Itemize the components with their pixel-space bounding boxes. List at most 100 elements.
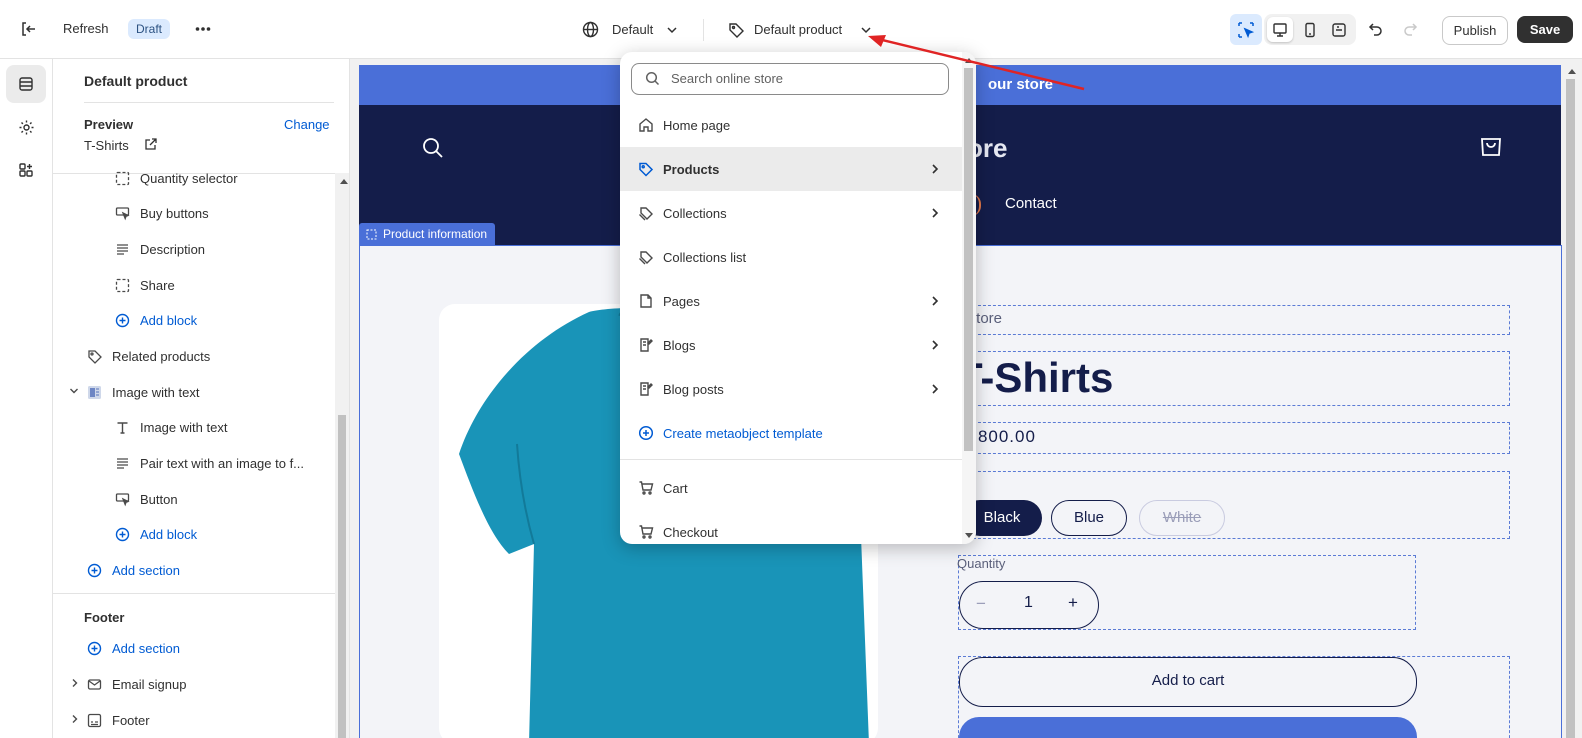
add-to-cart-button[interactable]: Add to cart	[959, 657, 1417, 707]
menu-item-products[interactable]: Products	[620, 147, 962, 191]
search-icon[interactable]	[422, 137, 444, 159]
blog-icon	[636, 335, 656, 355]
mail-icon	[84, 674, 104, 694]
quantity-value[interactable]: 1	[1024, 594, 1033, 612]
scrollbar-thumb[interactable]	[338, 415, 346, 738]
chevron-right-icon[interactable]	[70, 714, 80, 724]
nav-contact[interactable]: Contact	[1005, 195, 1057, 212]
sidebar-item-share[interactable]: Share	[112, 270, 175, 300]
increase-quantity-button[interactable]: +	[1068, 593, 1078, 613]
exit-icon[interactable]	[14, 15, 42, 43]
menu-item-cart[interactable]: Cart	[620, 466, 962, 510]
tag-icon	[84, 346, 104, 366]
view-toggle-group	[1264, 14, 1356, 45]
decrease-quantity-button[interactable]: −	[976, 594, 986, 614]
sidebar-item-related-products[interactable]: Related products	[84, 341, 210, 371]
sidebar-item-image-with-text-section[interactable]: Image with text	[84, 377, 199, 407]
chevron-right-icon	[932, 296, 939, 306]
chevron-right-icon	[932, 164, 939, 174]
collection-icon	[636, 247, 656, 267]
plus-circle-icon	[112, 524, 132, 544]
scroll-up-icon[interactable]	[340, 179, 348, 184]
refresh-button[interactable]: Refresh	[63, 21, 109, 36]
sidebar-item-quantity-selector[interactable]: Quantity selector	[112, 163, 238, 193]
publish-button[interactable]: Publish	[1442, 16, 1508, 45]
section-tag: Product information	[359, 223, 496, 245]
add-section-button[interactable]: Add section	[84, 633, 180, 663]
scrollbar-thumb[interactable]	[964, 68, 973, 451]
chevron-right-icon[interactable]	[70, 678, 80, 688]
mobile-view-icon[interactable]	[1297, 17, 1323, 42]
menu-item-checkout[interactable]: Checkout	[620, 510, 962, 544]
add-block-button[interactable]: Add block	[112, 519, 197, 549]
cursor-icon	[112, 203, 132, 223]
preview-product: T-Shirts	[84, 138, 129, 153]
cursor-icon	[112, 489, 132, 509]
scroll-down-icon[interactable]	[965, 533, 973, 538]
scrollbar-thumb[interactable]	[1566, 79, 1575, 738]
inspector-icon[interactable]	[1230, 14, 1262, 45]
undo-icon[interactable]	[1362, 15, 1390, 43]
plus-circle-icon	[112, 310, 132, 330]
sidebar-item-buy-buttons[interactable]: Buy buttons	[112, 198, 209, 228]
buy-now-button[interactable]	[959, 717, 1417, 738]
template-selector[interactable]: Default product	[754, 22, 842, 37]
price-block[interactable]: s. 800.00	[957, 422, 1510, 454]
cart-icon[interactable]	[1479, 135, 1503, 159]
quantity-block: Quantity − 1 +	[957, 555, 1416, 630]
text-icon	[112, 417, 132, 437]
collection-icon	[636, 203, 656, 223]
redo-icon[interactable]	[1396, 15, 1424, 43]
sidebar-scrollbar[interactable]	[335, 173, 349, 738]
preview-scrollbar[interactable]	[1562, 65, 1582, 738]
gear-icon[interactable]	[6, 108, 46, 146]
dropdown-scrollbar[interactable]	[962, 52, 976, 544]
apps-icon[interactable]	[6, 151, 46, 189]
sidebar-item-button[interactable]: Button	[112, 484, 178, 514]
plus-circle-icon	[636, 423, 656, 443]
preview-label: Preview	[84, 117, 134, 132]
menu-item-create-metaobject-template[interactable]: Create metaobject template	[620, 411, 962, 455]
more-icon[interactable]	[189, 15, 217, 43]
sections-icon[interactable]	[6, 65, 46, 103]
globe-icon	[582, 21, 599, 38]
divider	[703, 19, 704, 41]
tag-icon	[636, 159, 656, 179]
text-lines-icon	[112, 239, 132, 259]
menu-item-collections-list[interactable]: Collections list	[620, 235, 962, 279]
top-bar: Refresh Draft Default Default product Pu…	[0, 0, 1582, 59]
divider	[620, 459, 962, 460]
selection-icon	[112, 168, 132, 188]
sidebar-item-footer[interactable]: Footer	[84, 705, 150, 735]
menu-item-home-page[interactable]: Home page	[620, 103, 962, 147]
sidebar-item-pair-text[interactable]: Pair text with an image to f...	[112, 448, 304, 478]
desktop-view-icon[interactable]	[1267, 17, 1293, 42]
add-block-button[interactable]: Add block	[112, 305, 197, 335]
change-link[interactable]: Change	[284, 117, 330, 132]
menu-item-pages[interactable]: Pages	[620, 279, 962, 323]
cart-icon	[636, 522, 656, 542]
save-button[interactable]: Save	[1517, 16, 1573, 43]
plus-circle-icon	[84, 638, 104, 658]
chevron-right-icon	[932, 208, 939, 218]
theme-selector[interactable]: Default	[612, 22, 653, 37]
sidebar-item-image-with-text-heading[interactable]: Image with text	[112, 412, 227, 442]
fullscreen-icon[interactable]	[1326, 17, 1352, 42]
menu-item-collections[interactable]: Collections	[620, 191, 962, 235]
menu-item-blog-posts[interactable]: Blog posts	[620, 367, 962, 411]
external-link-icon[interactable]	[144, 138, 157, 151]
add-section-button[interactable]: Add section	[84, 555, 180, 585]
menu-item-blogs[interactable]: Blogs	[620, 323, 962, 367]
search-icon	[645, 71, 660, 86]
divider	[53, 593, 335, 594]
vendor-block[interactable]: r Store	[957, 305, 1510, 335]
scroll-up-icon[interactable]	[1568, 69, 1576, 74]
sidebar-item-email-signup[interactable]: Email signup	[84, 669, 186, 699]
variant-picker-block[interactable]: lor Black Blue White	[957, 471, 1510, 539]
chevron-down-icon[interactable]	[69, 386, 79, 396]
sidebar-item-description[interactable]: Description	[112, 234, 205, 264]
color-option-white[interactable]: White	[1139, 500, 1225, 536]
annotation-arrow	[868, 35, 1085, 91]
color-option-blue[interactable]: Blue	[1051, 500, 1127, 536]
title-block[interactable]: T-Shirts	[957, 351, 1510, 406]
